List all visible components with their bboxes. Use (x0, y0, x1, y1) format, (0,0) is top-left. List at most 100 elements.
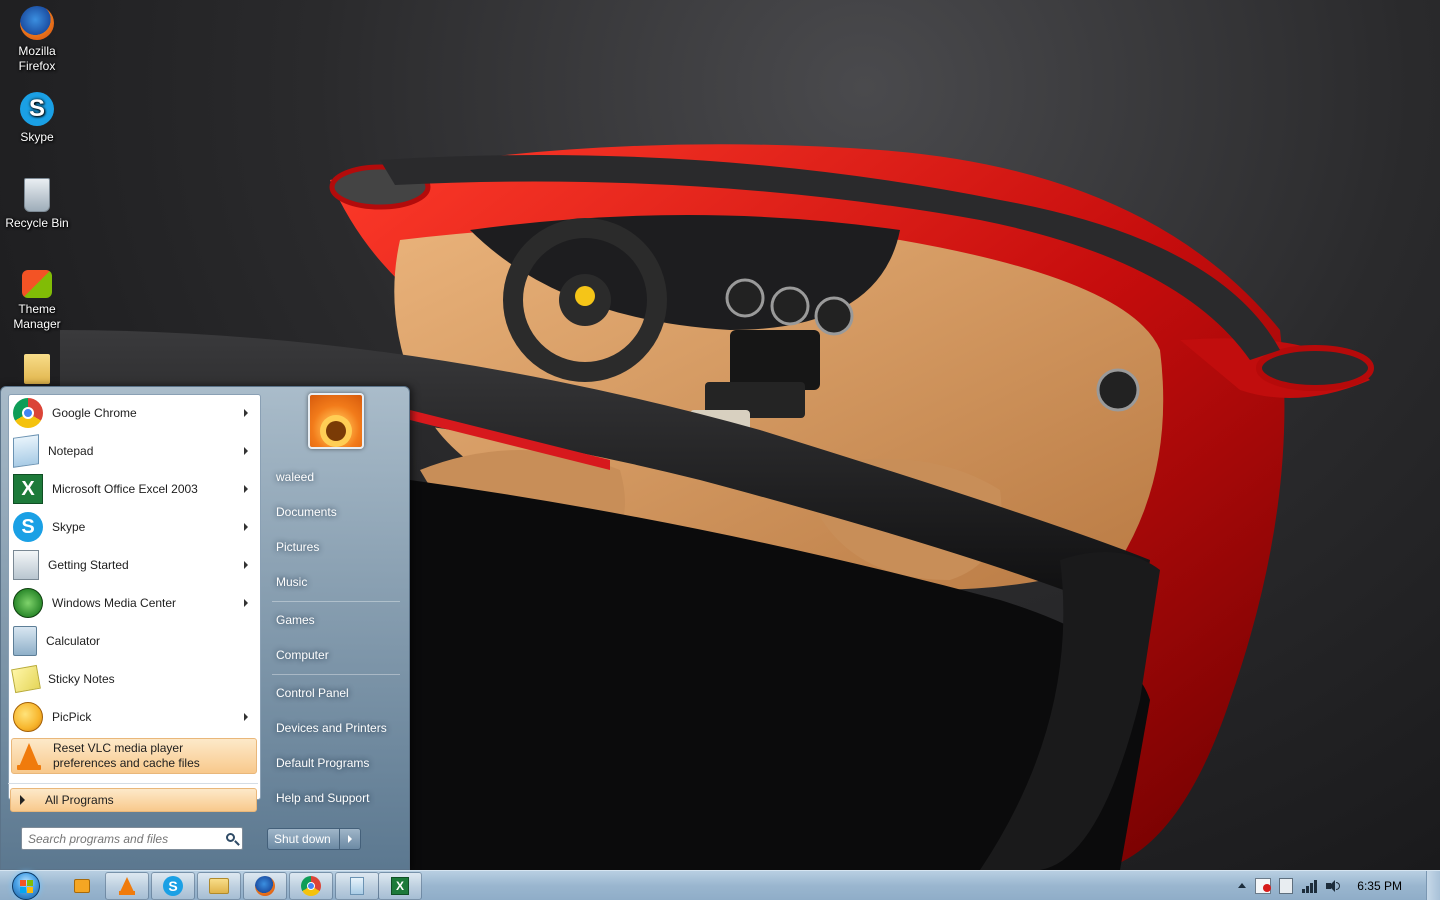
program-label: Microsoft Office Excel 2003 (52, 481, 198, 496)
start-program-windows-media-center[interactable]: Windows Media Center (11, 585, 257, 621)
taskbar-skype[interactable]: S (151, 872, 195, 900)
start-link-devices-and-printers[interactable]: Devices and Printers (268, 713, 402, 743)
taskbar: S X 6:35 PM (0, 870, 1440, 900)
programs-separator (8, 783, 258, 784)
program-label: Notepad (48, 443, 94, 458)
vlc-icon (14, 741, 44, 771)
start-program-picpick[interactable]: PicPick (11, 699, 257, 735)
start-program-notepad[interactable]: Notepad (11, 433, 257, 469)
shutdown-button[interactable]: Shut down (268, 829, 340, 849)
start-link-default-programs[interactable]: Default Programs (268, 748, 402, 778)
taskbar-excel[interactable]: X (378, 872, 422, 900)
theme-manager-icon (22, 270, 52, 298)
picpick-icon (13, 702, 43, 732)
start-program-excel-2003[interactable]: X Microsoft Office Excel 2003 (11, 471, 257, 507)
desktop-icon-label: Mozilla Firefox (18, 44, 56, 73)
expand-arrow-icon (20, 795, 25, 805)
recycle-bin-icon (24, 178, 50, 212)
shutdown-options-button[interactable] (340, 829, 360, 849)
skype-icon: S (20, 92, 54, 126)
start-link-music[interactable]: Music (268, 567, 402, 597)
desktop-icon-firefox[interactable]: Mozilla Firefox (0, 6, 74, 74)
program-label: Reset VLC media player preferences and c… (53, 741, 256, 771)
chevron-right-icon (348, 835, 352, 843)
start-program-reset-vlc[interactable]: Reset VLC media player preferences and c… (11, 738, 257, 774)
explorer-icon (209, 878, 229, 894)
volume-icon[interactable] (1325, 878, 1341, 894)
desktop-icon-label: Skype (20, 130, 54, 144)
submenu-arrow-icon[interactable] (244, 485, 248, 493)
calculator-icon (13, 626, 37, 656)
program-label-line1: Reset VLC media player (53, 741, 184, 755)
flower-picture-icon (326, 421, 346, 441)
excel-icon: X (13, 474, 43, 504)
start-program-calculator[interactable]: Calculator (11, 623, 257, 659)
start-link-control-panel[interactable]: Control Panel (268, 678, 402, 708)
desktop-icon-recycle-bin[interactable]: Recycle Bin (0, 178, 74, 231)
media-player-icon (74, 879, 90, 893)
shutdown-button-group: Shut down (267, 828, 361, 850)
submenu-arrow-icon[interactable] (244, 713, 248, 721)
desktop-icon-folder[interactable] (0, 354, 74, 388)
taskbar-firefox[interactable] (243, 872, 287, 900)
notepad-icon (350, 877, 364, 895)
start-link-games[interactable]: Games (268, 605, 402, 635)
all-programs-button[interactable]: All Programs (10, 788, 257, 812)
taskbar-vlc[interactable] (105, 872, 149, 900)
right-pane-separator (272, 674, 400, 675)
submenu-arrow-icon[interactable] (244, 409, 248, 417)
firefox-icon (20, 6, 54, 40)
program-label: Getting Started (48, 557, 129, 572)
taskbar-windows-explorer[interactable] (197, 872, 241, 900)
firefox-icon (255, 876, 275, 896)
program-label: Windows Media Center (52, 595, 177, 610)
show-desktop-button[interactable] (1426, 871, 1440, 900)
start-program-sticky-notes[interactable]: Sticky Notes (11, 661, 257, 697)
start-link-computer[interactable]: Computer (268, 640, 402, 670)
program-label: Skype (52, 519, 86, 534)
start-link-documents[interactable]: Documents (268, 497, 402, 527)
start-program-skype[interactable]: S Skype (11, 509, 257, 545)
desktop-icon-label: Theme Manager (13, 302, 61, 331)
submenu-arrow-icon[interactable] (244, 599, 248, 607)
folder-icon (24, 354, 50, 384)
desktop-icon-theme-manager[interactable]: Theme Manager (0, 270, 74, 332)
submenu-arrow-icon[interactable] (244, 447, 248, 455)
user-account-picture[interactable] (308, 393, 364, 449)
submenu-arrow-icon[interactable] (244, 523, 248, 531)
all-programs-label: All Programs (45, 793, 114, 807)
start-link-help-and-support[interactable]: Help and Support (268, 783, 402, 813)
program-label: Sticky Notes (48, 671, 115, 686)
right-pane-separator (272, 601, 400, 602)
taskbar-chrome[interactable] (289, 872, 333, 900)
notepad-icon (13, 434, 39, 468)
media-center-icon (13, 588, 43, 618)
skype-icon: S (163, 876, 183, 896)
start-button[interactable] (6, 871, 46, 900)
action-center-icon[interactable] (1255, 878, 1272, 894)
taskbar-clock[interactable]: 6:35 PM (1357, 879, 1402, 893)
start-program-google-chrome[interactable]: Google Chrome (11, 395, 257, 431)
desktop-icon-label: Recycle Bin (5, 216, 69, 230)
program-label-line2: preferences and cache files (53, 756, 200, 770)
search-icon[interactable] (222, 829, 242, 849)
chrome-icon (13, 398, 43, 428)
signal-icon[interactable] (1301, 878, 1318, 894)
submenu-arrow-icon[interactable] (244, 561, 248, 569)
taskbar-media-player[interactable] (60, 872, 104, 900)
chrome-icon (301, 876, 321, 896)
sticky-notes-icon (11, 664, 41, 694)
vlc-icon (117, 876, 137, 896)
start-program-getting-started[interactable]: Getting Started (11, 547, 257, 583)
windows-logo-icon (12, 872, 40, 900)
program-label: Google Chrome (52, 405, 137, 420)
getting-started-icon (13, 550, 39, 580)
show-hidden-icons-arrow[interactable] (1237, 878, 1247, 894)
network-adapter-icon[interactable] (1279, 878, 1294, 894)
start-search-box[interactable] (21, 827, 243, 850)
search-input[interactable] (22, 828, 222, 849)
taskbar-notepad[interactable] (335, 872, 379, 900)
start-link-user-folder[interactable]: waleed (268, 462, 402, 492)
desktop-icon-skype[interactable]: S Skype (0, 92, 74, 145)
start-link-pictures[interactable]: Pictures (268, 532, 402, 562)
